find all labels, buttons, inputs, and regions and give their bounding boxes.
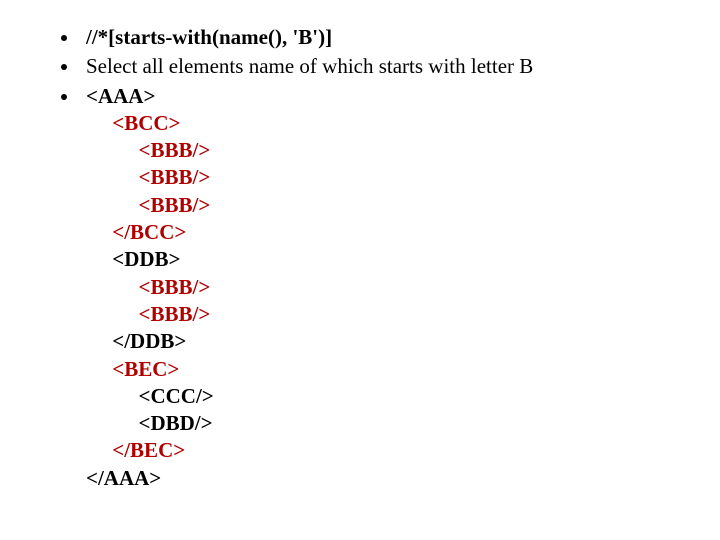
xml-line: </AAA> <box>86 466 161 490</box>
description-text: Select all elements name of which starts… <box>86 54 533 78</box>
bullet-code: <AAA> <BCC> <BBB/> <BBB/> <BBB/> </BCC> … <box>80 83 700 492</box>
slide-content: //*[starts-with(name(), 'B')] Select all… <box>0 0 720 492</box>
xml-line-hl: </BEC> <box>86 438 185 462</box>
xml-line-hl: <BCC> <box>86 111 181 135</box>
xpath-expression: //*[starts-with(name(), 'B')] <box>86 25 332 49</box>
xml-line: <DBD/> <box>86 411 213 435</box>
bullet-list: //*[starts-with(name(), 'B')] Select all… <box>40 24 700 492</box>
xml-line: <AAA> <box>86 84 155 108</box>
xml-code-block: <AAA> <BCC> <BBB/> <BBB/> <BBB/> </BCC> … <box>86 83 700 492</box>
bullet-description: Select all elements name of which starts… <box>80 53 700 80</box>
xml-line: <CCC/> <box>86 384 214 408</box>
xml-line-hl: <BEC> <box>86 357 179 381</box>
xml-line-hl: <BBB/> <box>86 165 210 189</box>
xml-line: </DDB> <box>86 329 186 353</box>
xml-line-hl: <BBB/> <box>86 138 210 162</box>
xml-line-hl: </BCC> <box>86 220 186 244</box>
xml-line-hl: <BBB/> <box>86 193 210 217</box>
xml-line-hl: <BBB/> <box>86 302 210 326</box>
xml-line: <DDB> <box>86 247 181 271</box>
xml-line-hl: <BBB/> <box>86 275 210 299</box>
bullet-xpath: //*[starts-with(name(), 'B')] <box>80 24 700 51</box>
